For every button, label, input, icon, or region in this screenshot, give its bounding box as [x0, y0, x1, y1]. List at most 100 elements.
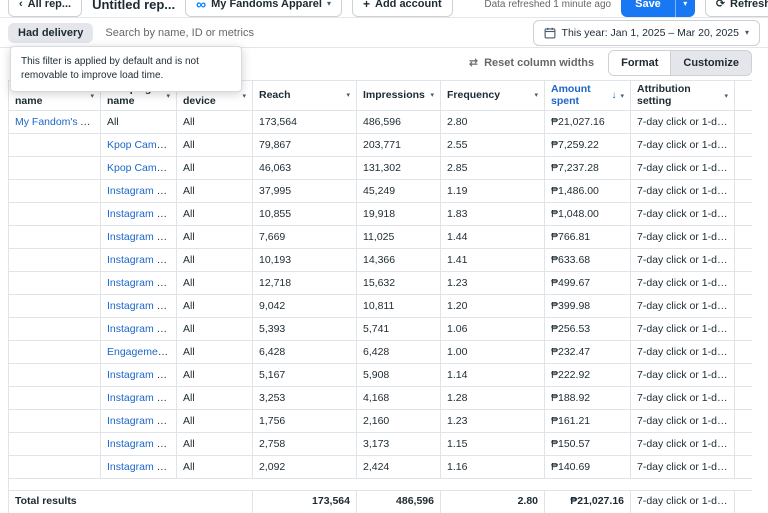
save-button[interactable]: Save — [621, 0, 675, 17]
cell-campaign-name-link[interactable]: Engagement C... — [107, 346, 176, 358]
calendar-icon — [544, 27, 555, 38]
column-menu-caret-icon[interactable]: ▾ — [532, 91, 538, 99]
date-range-label: This year: Jan 1, 2025 – Mar 20, 2025 — [561, 26, 739, 39]
cell-campaign-name: Instagram post... — [100, 271, 177, 295]
reset-column-widths-button[interactable]: ⇄ Reset column widths — [469, 57, 594, 69]
cell-frequency: 1.83 — [440, 202, 545, 226]
cell-campaign-name-link[interactable]: Instagram post... — [107, 254, 176, 266]
cell-campaign-name-link[interactable]: Instagram post... — [107, 415, 176, 427]
plus-icon: + — [362, 0, 370, 11]
cell-frequency: 1.00 — [440, 340, 545, 364]
column-menu-caret-icon[interactable]: ▾ — [88, 92, 94, 100]
date-range-button[interactable]: This year: Jan 1, 2025 – Mar 20, 2025 ▾ — [532, 19, 760, 46]
cell-account-name: My Fandom's Apparel — [8, 110, 101, 134]
cell-reach: 10,193 — [252, 248, 357, 272]
cell-account-name — [8, 455, 101, 479]
cell-empty — [734, 133, 752, 157]
refresh-icon: ⟳ — [715, 0, 726, 10]
cell-campaign-name-link[interactable]: Instagram post... — [107, 277, 176, 289]
report-table: Account name▾Campaign name▾Conversion de… — [8, 80, 752, 513]
cell-conversion-device: All — [176, 225, 253, 249]
cell-account-name — [8, 409, 101, 433]
cell-impressions: 10,811 — [356, 294, 441, 318]
cell-empty — [734, 179, 752, 203]
cell-frequency: 1.44 — [440, 225, 545, 249]
cell-attribution-setting: 7-day click or 1-day view — [630, 156, 735, 180]
cell-impressions: 4,168 — [356, 386, 441, 410]
cell-campaign-name-link[interactable]: Instagram post... — [107, 461, 176, 473]
all-reports-button[interactable]: ‹ All rep... — [8, 0, 83, 17]
cell-conversion-device: All — [176, 248, 253, 272]
cell-frequency: 1.23 — [440, 271, 545, 295]
add-account-button[interactable]: + Add account — [351, 0, 453, 17]
cell-attribution-setting: 7-day click or 1-day view — [630, 133, 735, 157]
had-delivery-filter-chip[interactable]: Had delivery — [8, 22, 94, 43]
column-header-amount[interactable]: Amount spent ↓ ▾ — [544, 80, 631, 111]
cell-account-name — [8, 133, 101, 157]
table-row: Kpop Campaig...All79,867203,7712.55₱7,25… — [8, 133, 752, 157]
cell-campaign-name-link[interactable]: Instagram post... — [107, 392, 176, 404]
column-header-frequency[interactable]: Frequency ▾ — [440, 80, 545, 111]
format-button[interactable]: Format — [609, 51, 671, 75]
cell-attribution-setting: 7-day click or 1-day view — [630, 455, 735, 479]
cell-conversion-device: All — [176, 455, 253, 479]
table-row: My Fandom's ApparelAllAll173,564486,5962… — [8, 110, 752, 134]
column-header-attribution[interactable]: Attribution setting ▾ — [630, 80, 735, 111]
cell-impressions: 2,424 — [356, 455, 441, 479]
cell-campaign-name-link[interactable]: Instagram post... — [107, 369, 176, 381]
top-bar: ‹ All rep... Untitled rep... ∞ My Fandom… — [0, 0, 768, 18]
cell-campaign-name-link[interactable]: Instagram post... — [107, 185, 176, 197]
save-menu-button[interactable]: ▾ — [674, 0, 695, 17]
search-input[interactable] — [105, 26, 521, 39]
cell-campaign-name-link[interactable]: Instagram post... — [107, 438, 176, 450]
column-menu-caret-icon[interactable]: ▾ — [164, 92, 170, 100]
table-row: Instagram post...All1,7562,1601.23₱161.2… — [8, 409, 752, 433]
cell-account-name — [8, 294, 101, 318]
cell-empty — [734, 294, 752, 318]
cell-campaign-name-link[interactable]: Instagram post... — [107, 208, 176, 220]
cell-campaign-name-link[interactable]: Instagram post... — [107, 231, 176, 243]
cell-frequency: 2.80 — [440, 110, 545, 134]
column-menu-caret-icon[interactable]: ▾ — [344, 91, 350, 99]
cell-empty — [734, 248, 752, 272]
cell-campaign-name: Instagram post... — [100, 202, 177, 226]
cell-attribution-setting: 7-day click or 1-day view — [630, 317, 735, 341]
cell-campaign-name: Instagram post... — [100, 225, 177, 249]
cell-campaign-name-link[interactable]: Kpop Campaig... — [107, 162, 176, 174]
account-selector[interactable]: ∞ My Fandoms Apparel ▾ — [185, 0, 342, 17]
cell-campaign-name: Engagement C... — [100, 340, 177, 364]
cell-impressions: 131,302 — [356, 156, 441, 180]
refresh-label: Refresh — [730, 0, 768, 10]
column-header-impressions[interactable]: Impressions ▾ — [356, 80, 441, 111]
cell-frequency: 1.16 — [440, 455, 545, 479]
cell-campaign-name-link[interactable]: Instagram post... — [107, 300, 176, 312]
customize-button[interactable]: Customize — [670, 51, 751, 75]
cell-amount-spent: ₱7,237.28 — [544, 156, 631, 180]
cell-conversion-device: All — [176, 110, 253, 134]
cell-conversion-device: All — [176, 294, 253, 318]
format-customize-segmented: Format Customize — [608, 50, 752, 76]
cell-attribution-setting: 7-day click or 1-day view — [630, 409, 735, 433]
cell-campaign-name-link[interactable]: Instagram post... — [107, 323, 176, 335]
cell-attribution-setting: 7-day click or 1-day view — [630, 432, 735, 456]
cell-campaign-name-link[interactable]: Kpop Campaig... — [107, 139, 176, 151]
ads-reporting-page: ‹ All rep... Untitled rep... ∞ My Fandom… — [0, 0, 768, 513]
column-menu-caret-icon[interactable]: ▾ — [240, 92, 246, 100]
cell-reach: 79,867 — [252, 133, 357, 157]
column-header-reach[interactable]: Reach ▾ — [252, 80, 357, 111]
cell-impressions: 2,160 — [356, 409, 441, 433]
cell-campaign-name: Instagram post... — [100, 455, 177, 479]
column-menu-caret-icon[interactable]: ▾ — [722, 92, 728, 100]
cell-account-name-link[interactable]: My Fandom's Apparel — [15, 116, 100, 128]
column-menu-caret-icon[interactable]: ▾ — [618, 92, 624, 100]
cell-conversion-device: All — [176, 179, 253, 203]
column-menu-caret-icon[interactable]: ▾ — [428, 91, 434, 99]
cell-account-name — [8, 432, 101, 456]
cell-campaign-name: Instagram post... — [100, 294, 177, 318]
refresh-button[interactable]: ⟳ Refresh — [704, 0, 768, 17]
cell-account-name — [8, 248, 101, 272]
chevron-down-icon: ▾ — [683, 0, 688, 8]
cell-frequency: 2.55 — [440, 133, 545, 157]
cell-frequency: 1.41 — [440, 248, 545, 272]
cell-impressions: 14,366 — [356, 248, 441, 272]
